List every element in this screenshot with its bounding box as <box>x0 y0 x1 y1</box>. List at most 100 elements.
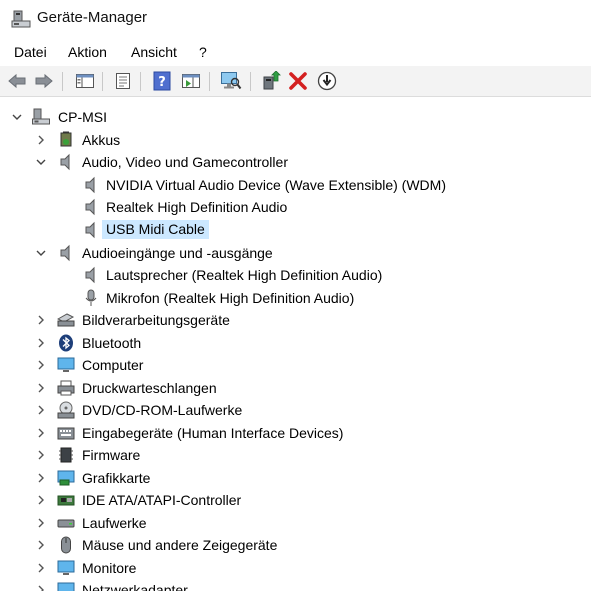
tree-item-label: Akkus <box>82 132 121 148</box>
tree-item-akkus[interactable]: Akkus <box>0 129 591 151</box>
chevron-right-icon[interactable] <box>34 582 48 591</box>
tree-item-bluetooth[interactable]: Bluetooth <box>0 332 591 354</box>
graphics-card-icon <box>57 470 75 486</box>
chevron-down-icon[interactable] <box>34 245 48 261</box>
tree-item-monitors[interactable]: Monitore <box>0 557 591 579</box>
back-button[interactable] <box>6 70 28 92</box>
chevron-right-icon[interactable] <box>34 380 48 396</box>
uninstall-button[interactable] <box>287 70 309 92</box>
optical-drive-icon <box>57 401 75 419</box>
tree-item-imaging-devices[interactable]: Bildverarbeitungsgeräte <box>0 309 591 331</box>
chevron-right-icon[interactable] <box>34 470 48 486</box>
title-bar: Geräte-Manager <box>0 0 591 38</box>
chevron-right-icon[interactable] <box>34 537 48 553</box>
tree-item-label: Firmware <box>82 447 141 463</box>
tree-child-label-selected: USB Midi Cable <box>102 220 209 239</box>
menu-help[interactable]: ? <box>199 44 207 60</box>
toolbar: ? <box>0 66 591 97</box>
network-adapter-icon <box>57 582 75 591</box>
properties-button[interactable] <box>112 70 134 92</box>
tree-item-network-adapters[interactable]: Netzwerkadapter <box>0 579 591 591</box>
help-icon: ? <box>153 71 171 91</box>
computer-tower-icon <box>32 108 50 125</box>
chevron-right-icon[interactable] <box>34 425 48 441</box>
tree-child-usb-midi-cable[interactable]: USB Midi Cable <box>0 219 591 241</box>
monitor-icon <box>57 560 75 575</box>
show-hide-console-tree-button[interactable] <box>74 70 96 92</box>
menu-datei[interactable]: Datei <box>14 44 47 60</box>
tree-item-label: Audioeingänge und -ausgänge <box>82 245 273 261</box>
action-pane-icon <box>182 74 200 88</box>
chevron-right-icon[interactable] <box>34 312 48 328</box>
toolbar-separator <box>209 72 210 91</box>
chevron-right-icon[interactable] <box>34 492 48 508</box>
tree-item-label: Mäuse und andere Zeigegeräte <box>82 537 278 553</box>
chevron-down-icon[interactable] <box>10 109 24 125</box>
show-hide-console-tree-icon <box>76 74 94 88</box>
tree-item-mice[interactable]: Mäuse und andere Zeigegeräte <box>0 534 591 556</box>
tree-item-ide-controller[interactable]: IDE ATA/ATAPI-Controller <box>0 489 591 511</box>
disable-device-button[interactable] <box>316 70 338 92</box>
menu-aktion[interactable]: Aktion <box>68 44 107 60</box>
tree-item-firmware[interactable]: Firmware <box>0 444 591 466</box>
disable-device-icon <box>317 71 337 91</box>
tree-child-label: Mikrofon (Realtek High Definition Audio) <box>106 290 355 306</box>
menu-ansicht[interactable]: Ansicht <box>131 44 177 60</box>
toolbar-separator <box>140 72 141 91</box>
tree-item-graphics[interactable]: Grafikkarte <box>0 467 591 489</box>
tree-item-drives[interactable]: Laufwerke <box>0 512 591 534</box>
tree-item-label: Netzwerkadapter <box>82 582 188 591</box>
tree-child-label: Realtek High Definition Audio <box>106 199 288 215</box>
menu-bar: Datei Aktion Ansicht ? <box>0 40 591 64</box>
chevron-right-icon[interactable] <box>34 402 48 418</box>
mouse-icon <box>61 536 71 554</box>
forward-icon <box>35 73 53 89</box>
action-pane-button[interactable] <box>180 70 202 92</box>
tree-child-mikrofon[interactable]: Mikrofon (Realtek High Definition Audio) <box>0 287 591 309</box>
update-driver-button[interactable] <box>260 70 282 92</box>
tree-child-nvidia-audio[interactable]: NVIDIA Virtual Audio Device (Wave Extens… <box>0 174 591 196</box>
chevron-right-icon[interactable] <box>34 132 48 148</box>
scan-hardware-button[interactable] <box>220 70 242 92</box>
tree-item-label: Bluetooth <box>82 335 142 351</box>
forward-button[interactable] <box>33 70 55 92</box>
speaker-icon <box>85 176 95 194</box>
speaker-icon <box>60 244 70 262</box>
chip-icon <box>59 447 73 463</box>
tree-item-audio-video[interactable]: Audio, Video und Gamecontroller <box>0 151 591 173</box>
speaker-icon <box>85 266 95 284</box>
toolbar-separator <box>250 72 251 91</box>
chevron-right-icon[interactable] <box>34 560 48 576</box>
chevron-down-icon[interactable] <box>34 154 48 170</box>
tree-item-label: Monitore <box>82 560 137 576</box>
svg-text:?: ? <box>158 75 166 90</box>
chevron-right-icon[interactable] <box>34 357 48 373</box>
speaker-icon <box>85 198 95 216</box>
device-manager-icon <box>11 10 31 28</box>
tree-item-dvd-cdrom[interactable]: DVD/CD-ROM-Laufwerke <box>0 399 591 421</box>
tree-item-label: Bildverarbeitungsgeräte <box>82 312 230 328</box>
microphone-icon <box>85 289 97 306</box>
help-button[interactable]: ? <box>151 70 173 92</box>
chevron-right-icon[interactable] <box>34 335 48 351</box>
window-title: Geräte-Manager <box>37 9 148 26</box>
tree-child-label: Lautsprecher (Realtek High Definition Au… <box>106 267 383 283</box>
toolbar-separator <box>62 72 63 91</box>
chevron-right-icon[interactable] <box>34 447 48 463</box>
tree-item-label: Audio, Video und Gamecontroller <box>82 154 288 170</box>
tree-item-print-queues[interactable]: Druckwarteschlangen <box>0 377 591 399</box>
chevron-right-icon[interactable] <box>34 515 48 531</box>
properties-icon <box>116 73 130 89</box>
tree-item-label: Eingabegeräte (Human Interface Devices) <box>82 425 344 441</box>
monitor-icon <box>57 357 75 372</box>
tree-item-hid[interactable]: Eingabegeräte (Human Interface Devices) <box>0 422 591 444</box>
tree-child-lautsprecher[interactable]: Lautsprecher (Realtek High Definition Au… <box>0 264 591 286</box>
tree-root[interactable]: CP-MSI <box>0 106 591 128</box>
tree-item-audio-io[interactable]: Audioeingänge und -ausgänge <box>0 242 591 264</box>
tree-child-realtek-audio[interactable]: Realtek High Definition Audio <box>0 196 591 218</box>
speaker-icon <box>85 221 95 239</box>
battery-icon <box>60 131 72 147</box>
uninstall-icon <box>289 72 307 90</box>
controller-card-icon <box>57 495 75 506</box>
tree-item-computer[interactable]: Computer <box>0 354 591 376</box>
